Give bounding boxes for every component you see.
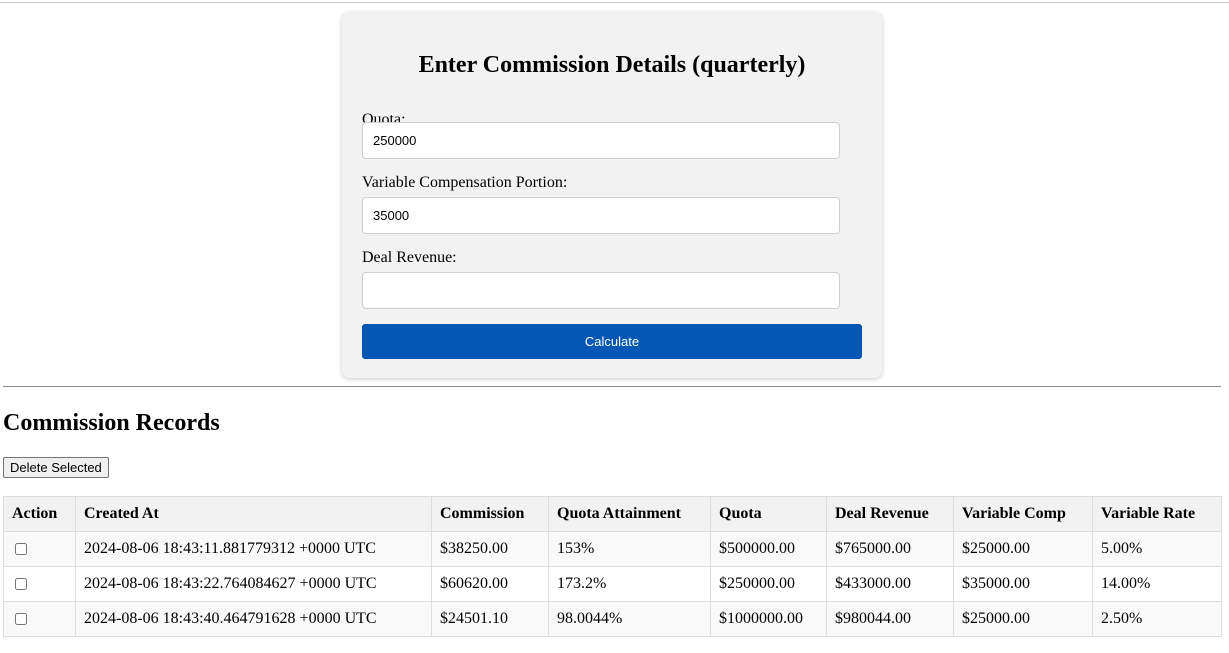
variable-comp-label: Variable Compensation Portion:	[362, 174, 568, 191]
top-divider	[0, 2, 1229, 3]
deal-revenue-label: Deal Revenue:	[362, 249, 457, 266]
column-header-created-at: Created At	[75, 496, 432, 532]
column-header-quota: Quota	[710, 496, 827, 532]
deal-revenue-cell: $765000.00	[826, 531, 954, 567]
commission-records-table: Action Created At Commission Quota Attai…	[3, 496, 1222, 637]
row-select-checkbox[interactable]	[15, 543, 27, 556]
created-at-cell: 2024-08-06 18:43:22.764084627 +0000 UTC	[75, 566, 432, 602]
variable-comp-cell: $25000.00	[953, 601, 1093, 637]
variable-comp-input[interactable]	[362, 197, 840, 234]
column-header-variable-rate: Variable Rate	[1092, 496, 1222, 532]
deal-revenue-cell: $980044.00	[826, 601, 954, 637]
variable-rate-cell: 2.50%	[1092, 601, 1222, 637]
action-cell	[3, 601, 76, 637]
column-header-quota-attainment: Quota Attainment	[548, 496, 711, 532]
table-row: 2024-08-06 18:43:22.764084627 +0000 UTC …	[3, 566, 1222, 602]
quota-attainment-cell: 153%	[548, 531, 711, 567]
quota-input[interactable]	[362, 122, 840, 159]
action-cell	[3, 566, 76, 602]
commission-cell: $38250.00	[431, 531, 549, 567]
delete-selected-button[interactable]: Delete Selected	[3, 457, 109, 478]
column-header-action: Action	[3, 496, 76, 532]
quota-attainment-cell: 98.0044%	[548, 601, 711, 637]
variable-comp-cell: $35000.00	[953, 566, 1093, 602]
deal-revenue-input[interactable]	[362, 272, 840, 309]
quota-cell: $500000.00	[710, 531, 827, 567]
quota-cell: $1000000.00	[710, 601, 827, 637]
deal-revenue-cell: $433000.00	[826, 566, 954, 602]
column-header-variable-comp: Variable Comp	[953, 496, 1093, 532]
variable-rate-cell: 14.00%	[1092, 566, 1222, 602]
variable-rate-cell: 5.00%	[1092, 531, 1222, 567]
quota-attainment-cell: 173.2%	[548, 566, 711, 602]
created-at-cell: 2024-08-06 18:43:40.464791628 +0000 UTC	[75, 601, 432, 637]
variable-comp-cell: $25000.00	[953, 531, 1093, 567]
commission-cell: $60620.00	[431, 566, 549, 602]
section-divider	[3, 386, 1221, 387]
action-cell	[3, 531, 76, 567]
column-header-deal-revenue: Deal Revenue	[826, 496, 954, 532]
row-select-checkbox[interactable]	[15, 578, 27, 591]
quota-cell: $250000.00	[710, 566, 827, 602]
table-row: 2024-08-06 18:43:40.464791628 +0000 UTC …	[3, 601, 1222, 637]
records-title: Commission Records	[3, 410, 220, 436]
table-header-row: Action Created At Commission Quota Attai…	[3, 496, 1222, 532]
table-row: 2024-08-06 18:43:11.881779312 +0000 UTC …	[3, 531, 1222, 567]
commission-form-card: Enter Commission Details (quarterly) Quo…	[342, 12, 882, 378]
row-select-checkbox[interactable]	[15, 613, 27, 626]
form-title: Enter Commission Details (quarterly)	[418, 52, 806, 78]
created-at-cell: 2024-08-06 18:43:11.881779312 +0000 UTC	[75, 531, 432, 567]
calculate-button[interactable]: Calculate	[362, 324, 862, 359]
commission-cell: $24501.10	[431, 601, 549, 637]
column-header-commission: Commission	[431, 496, 549, 532]
